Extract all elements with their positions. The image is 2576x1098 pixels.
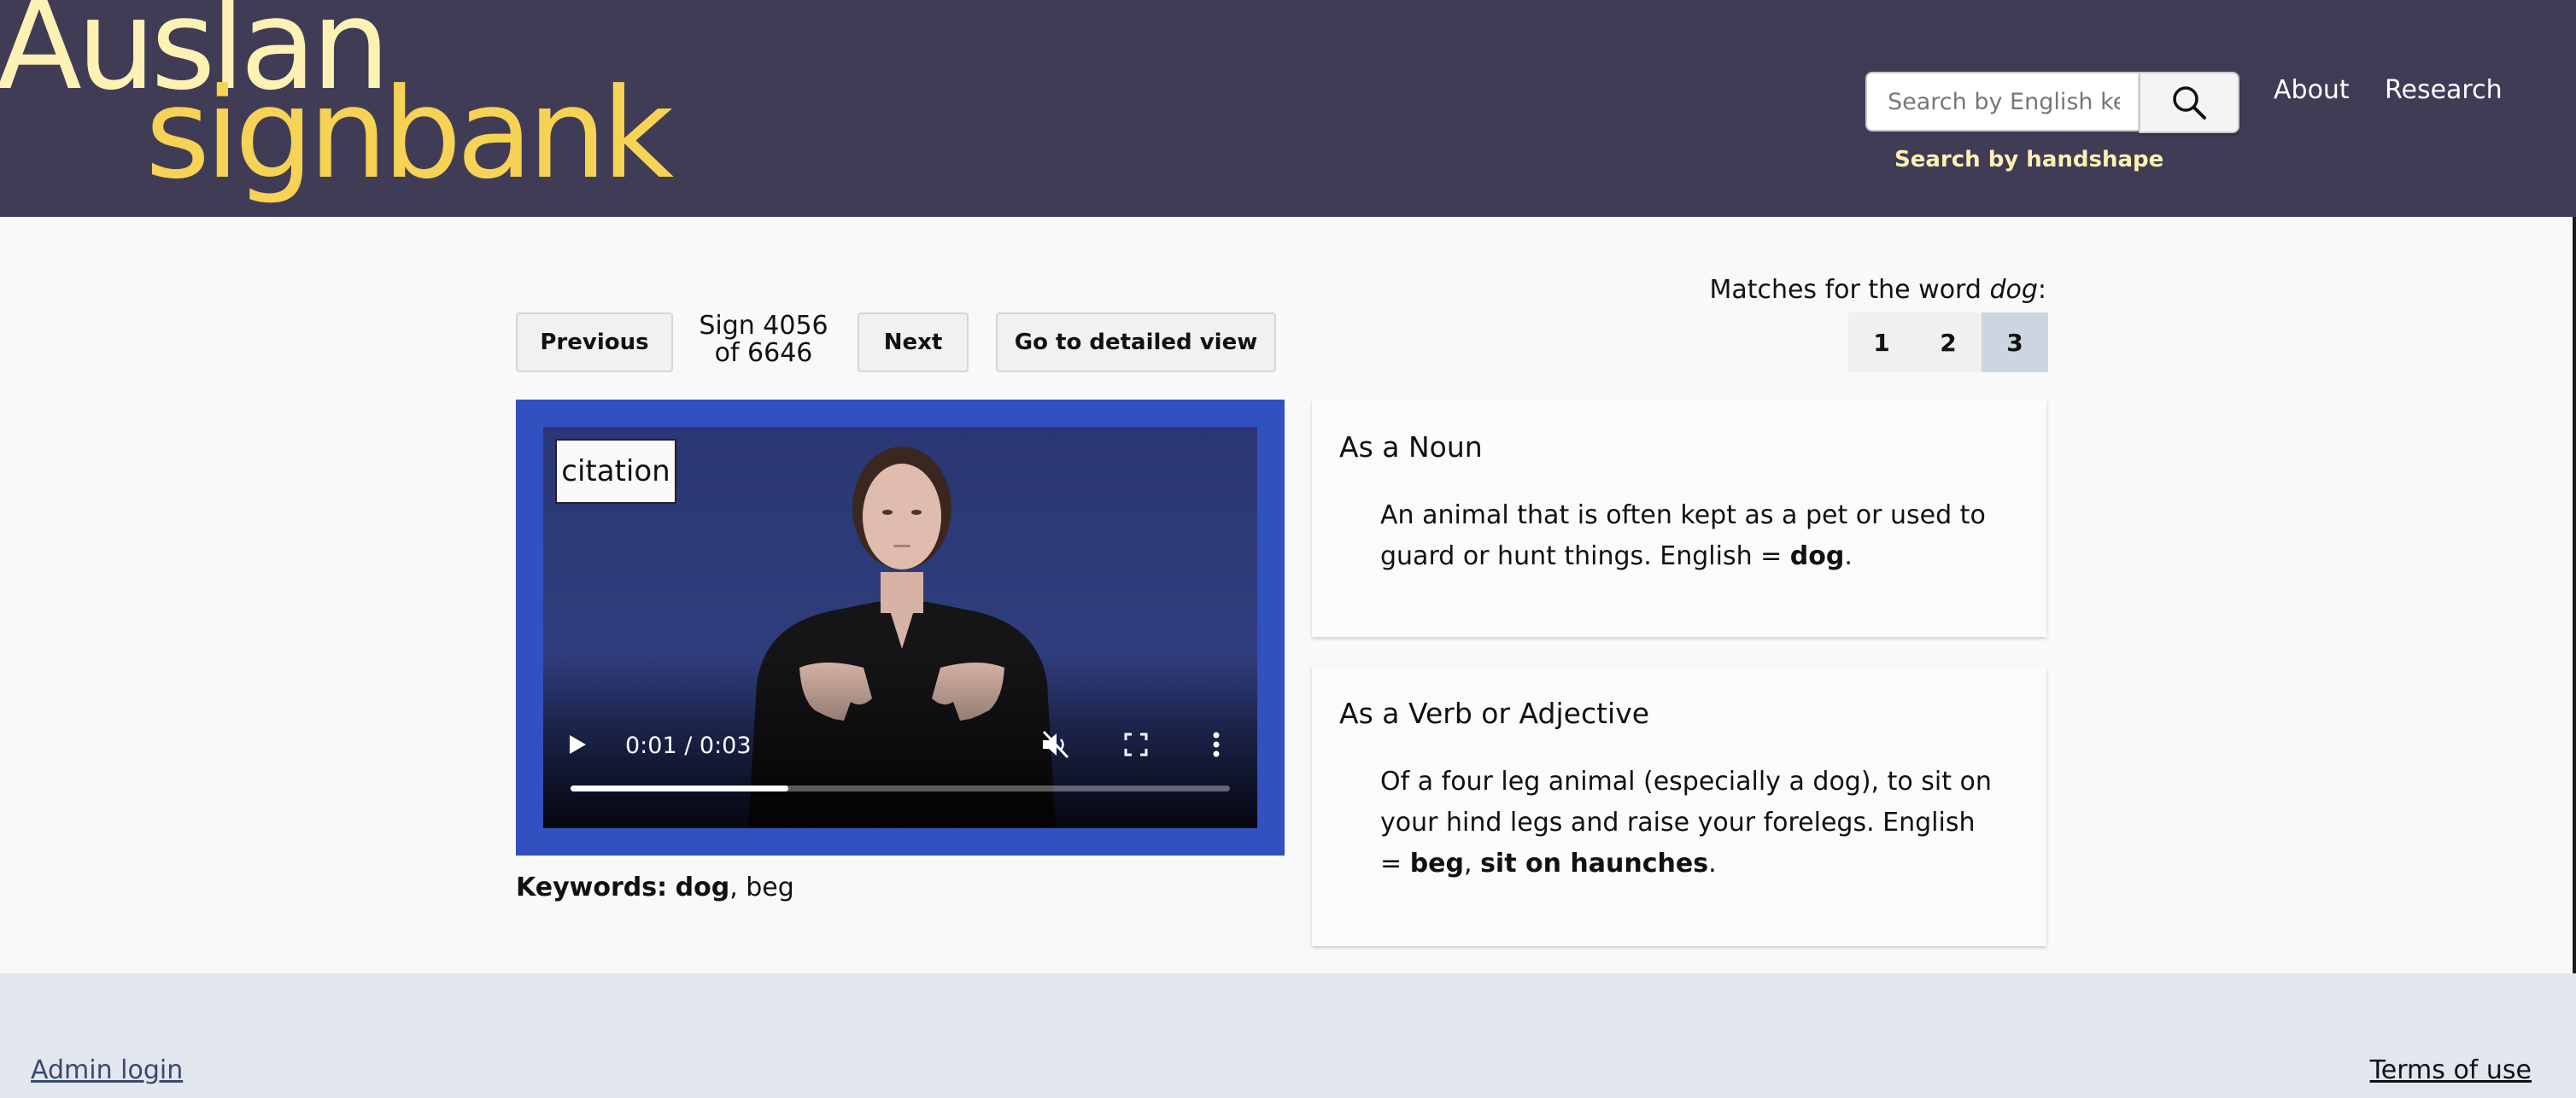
- site-footer: Admin login Terms of use: [0, 973, 2576, 1098]
- page-button-2[interactable]: 2: [1915, 312, 1982, 372]
- logo-signbank-text[interactable]: signbank: [145, 72, 674, 196]
- definition-text: Of a four leg animal (especially a dog),…: [1380, 762, 1995, 885]
- definition-english-word: beg: [1409, 849, 1464, 879]
- more-options-icon: [1213, 732, 1220, 757]
- definition-end: .: [1844, 541, 1853, 571]
- admin-login-link[interactable]: Admin login: [31, 1055, 183, 1085]
- page-button-1[interactable]: 1: [1848, 312, 1915, 372]
- definition-english-word: dog: [1789, 541, 1845, 571]
- fullscreen-button[interactable]: [1117, 726, 1155, 763]
- nav-research-link[interactable]: Research: [2385, 75, 2503, 105]
- sign-position: Sign 4056 of 6646: [690, 312, 837, 367]
- match-pagination: 1 2 3: [1848, 312, 2048, 372]
- video-progress-bar[interactable]: [571, 786, 1230, 791]
- sign-position-line1: Sign 4056: [699, 311, 828, 341]
- site-header: Auslan signbank Search by handshape Abou…: [0, 0, 2576, 217]
- nav-about-link[interactable]: About: [2274, 75, 2350, 105]
- mute-button[interactable]: [1037, 726, 1074, 763]
- definition-title: As a Verb or Adjective: [1339, 697, 1650, 730]
- sign-position-line2: of 6646: [714, 338, 813, 368]
- definition-separator: ,: [1463, 849, 1481, 879]
- keywords-line: Keywords: dog, beg: [516, 873, 794, 902]
- definition-title: As a Noun: [1339, 430, 1483, 464]
- video-time: 0:01 / 0:03: [625, 733, 752, 759]
- more-options-button[interactable]: [1197, 726, 1235, 763]
- fullscreen-icon: [1124, 733, 1148, 756]
- keyword-primary: dog: [675, 873, 730, 902]
- search-input[interactable]: [1865, 72, 2140, 131]
- search-button[interactable]: [2139, 72, 2239, 133]
- previous-button[interactable]: Previous: [516, 312, 673, 372]
- definition-text: An animal that is often kept as a pet or…: [1380, 495, 1995, 577]
- video-frame: citation 0:01 / 0:03: [516, 400, 1285, 856]
- page-scrollbar[interactable]: [2573, 217, 2576, 973]
- keyword-rest: , beg: [729, 873, 794, 902]
- matches-prefix: Matches for the word: [1709, 275, 1990, 305]
- citation-tag: citation: [555, 439, 676, 504]
- page-button-3[interactable]: 3: [1982, 312, 2048, 372]
- definition-card-verb: As a Verb or Adjective Of a four leg ani…: [1312, 666, 2046, 946]
- definition-card-noun: As a Noun An animal that is often kept a…: [1312, 400, 2046, 637]
- mute-icon: [1042, 730, 1069, 759]
- matches-suffix: :: [2037, 275, 2046, 305]
- play-button[interactable]: [559, 726, 596, 763]
- definition-end: .: [1708, 849, 1717, 879]
- detailed-view-button[interactable]: Go to detailed view: [996, 312, 1276, 372]
- search-icon: [2173, 86, 2206, 120]
- keywords-label: Keywords:: [516, 873, 668, 902]
- play-icon: [570, 735, 586, 754]
- matches-label: Matches for the word dog:: [1709, 275, 2046, 305]
- definition-body: An animal that is often kept as a pet or…: [1380, 500, 1986, 571]
- next-button[interactable]: Next: [858, 312, 969, 372]
- sign-video[interactable]: citation 0:01 / 0:03: [543, 427, 1257, 828]
- search-by-handshape-link[interactable]: Search by handshape: [1894, 147, 2163, 172]
- matches-word: dog: [1989, 275, 2038, 305]
- terms-of-use-link[interactable]: Terms of use: [2370, 1055, 2532, 1085]
- video-progress-fill: [571, 786, 788, 791]
- definition-english-word-2: sit on haunches: [1480, 849, 1709, 879]
